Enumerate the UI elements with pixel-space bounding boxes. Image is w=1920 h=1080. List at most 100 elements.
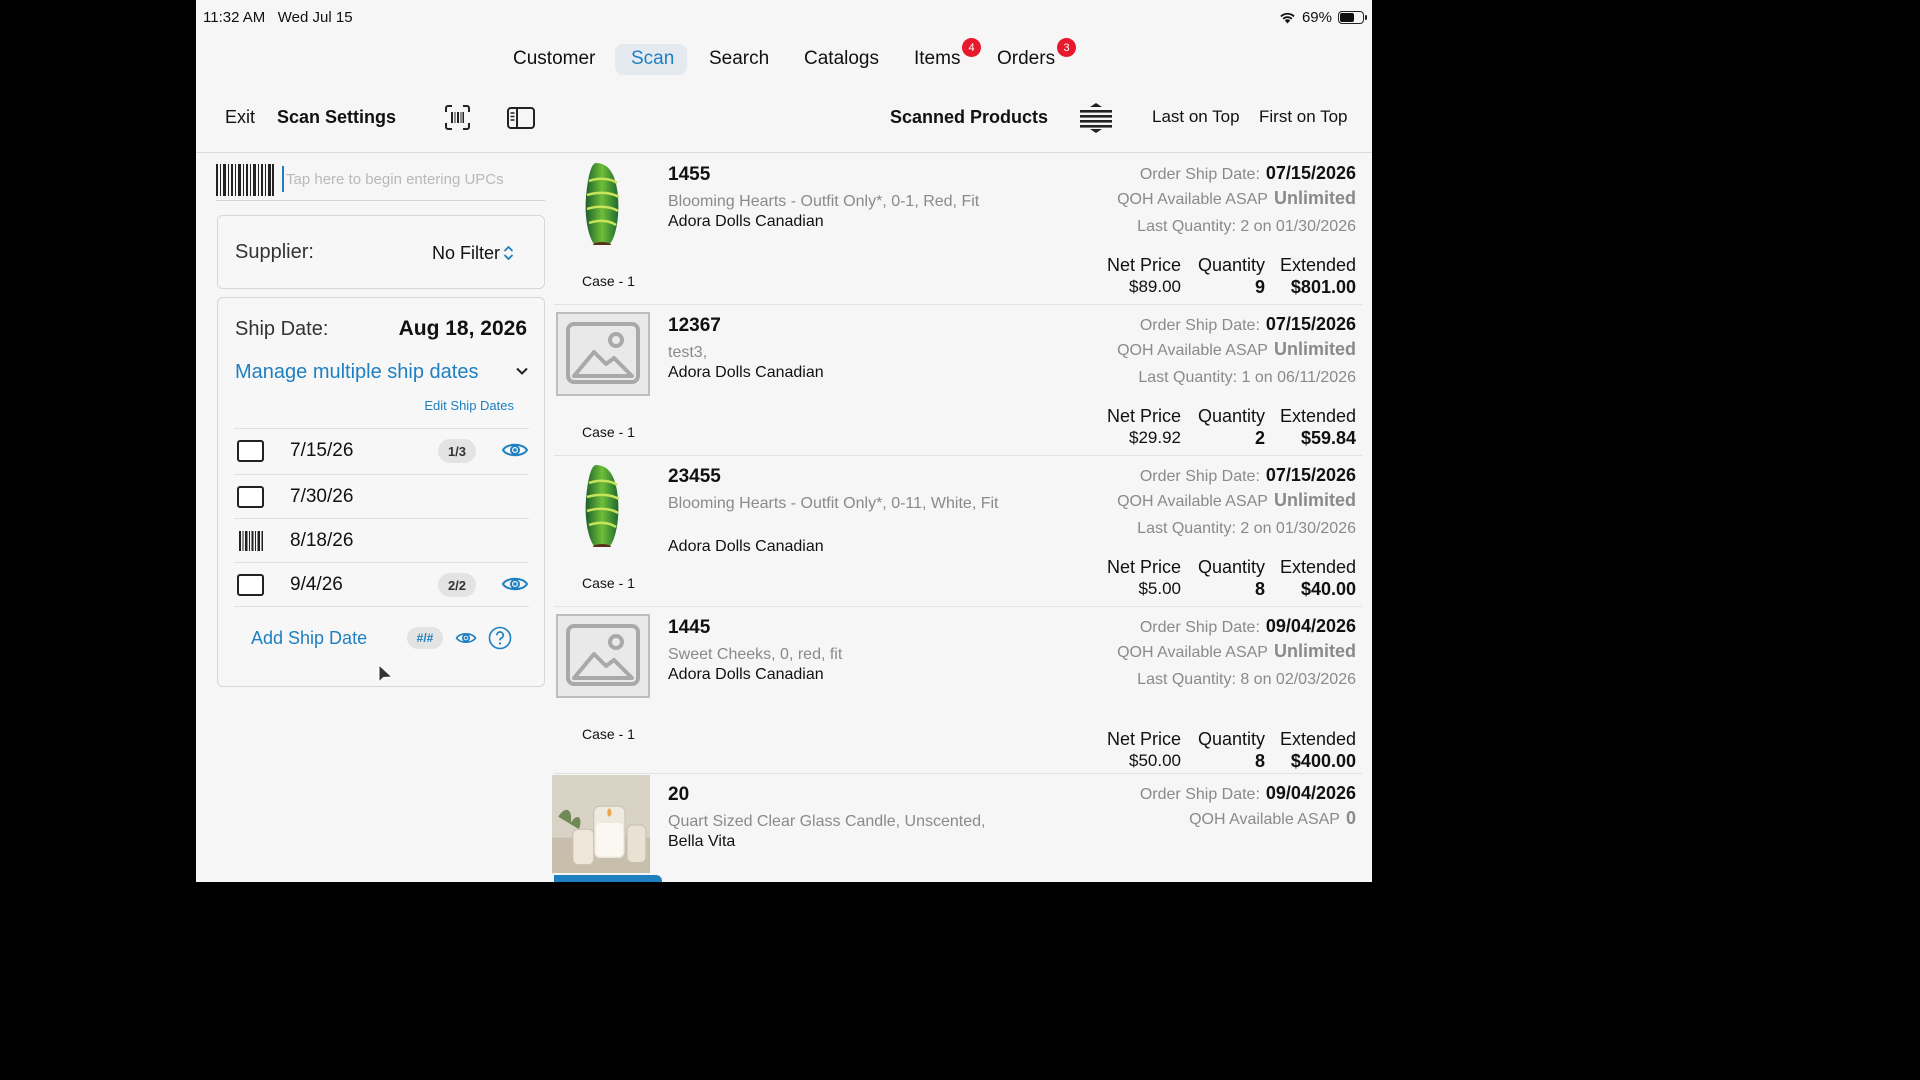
product-description: Sweet Cheeks, 0, red, fit <box>668 646 843 663</box>
quantity-value[interactable]: 8 <box>1181 751 1265 772</box>
qoh-available: QOH Available ASAP Unlimited <box>1117 641 1356 662</box>
tab-orders[interactable]: Orders <box>997 48 1055 70</box>
status-clock: 11:32 AM <box>203 9 266 26</box>
tab-items[interactable]: Items <box>914 48 960 70</box>
supplier-card: Supplier: No Filter <box>217 215 545 289</box>
battery-percent: 69% <box>1301 9 1332 26</box>
net-price-header: Net Price <box>1106 255 1181 275</box>
chevron-updown-icon[interactable] <box>503 245 514 261</box>
green-vase-product-image <box>585 163 620 245</box>
tab-search[interactable]: Search <box>709 48 769 70</box>
order-ship-date-label: Order Ship Date: <box>1139 166 1260 183</box>
sort-order-icon[interactable] <box>1079 103 1113 133</box>
quantity-col: Quantity 8 <box>1181 729 1265 772</box>
tab-customer[interactable]: Customer <box>513 48 595 70</box>
product-supplier: Bella Vita <box>668 833 736 850</box>
net-price-col: Net Price $89.00 <box>1104 255 1181 298</box>
qoh-label: QOH Available ASAP <box>1117 191 1268 208</box>
net-price-header: Net Price <box>1106 406 1181 426</box>
ship-date-value[interactable]: Aug 18, 2026 <box>399 317 527 341</box>
ship-date-text: 7/15/26 <box>290 440 354 461</box>
extended-col: Extended $40.00 <box>1265 557 1356 600</box>
price-block: Net Price $5.00 Quantity 8 Extended $40.00 <box>1104 557 1356 600</box>
product-code: 1455 <box>668 164 711 185</box>
supplier-select[interactable]: No Filter <box>432 243 500 264</box>
battery-icon <box>1338 11 1367 24</box>
product-row[interactable]: Case - 1 1445 Sweet Cheeks, 0, red, fit Ado… <box>554 608 1362 774</box>
discontinued-banner <box>554 875 662 882</box>
order-ship-date-label: Order Ship Date: <box>1139 317 1260 334</box>
ship-date-checkbox[interactable] <box>237 486 264 508</box>
ship-date-text: 8/18/26 <box>290 530 354 551</box>
top-tab-bar: Customer Scan Search Catalogs Items 4 Or… <box>196 38 1372 75</box>
eye-icon[interactable] <box>501 573 529 595</box>
sidebar-toggle-icon[interactable] <box>507 107 535 129</box>
hash-toggle-button[interactable]: #/# <box>407 627 443 649</box>
add-ship-date-button[interactable]: Add Ship Date <box>251 628 367 649</box>
tab-catalogs[interactable]: Catalogs <box>804 48 879 70</box>
product-row[interactable]: Case - 1 1455 Blooming Hearts - Outfit Onl… <box>554 155 1362 305</box>
product-supplier: Adora Dolls Canadian <box>668 666 824 683</box>
eye-icon[interactable] <box>501 439 529 461</box>
product-code: 12367 <box>668 315 721 336</box>
net-price-col: Net Price $5.00 <box>1104 557 1181 600</box>
ship-date-card: Ship Date: Aug 18, 2026 Manage multiple … <box>217 297 545 687</box>
qoh-label: QOH Available ASAP <box>1189 811 1340 828</box>
manage-ship-dates-toggle[interactable]: Manage multiple ship dates <box>235 361 478 384</box>
net-price-value: $29.92 <box>1129 428 1181 447</box>
order-ship-date-value: 07/15/2026 <box>1265 465 1356 485</box>
last-quantity: Last Quantity: 1 on 06/11/2026 <box>1138 369 1356 386</box>
product-row[interactable]: Case - 1 23455 Blooming Hearts - Outfit On… <box>554 457 1362 607</box>
net-price-value: $50.00 <box>1129 751 1181 770</box>
quantity-value[interactable]: 2 <box>1181 428 1265 449</box>
status-bar: 11:32 AM Wed Jul 15 69% <box>196 0 1372 36</box>
qoh-available: QOH Available ASAP 0 <box>1189 808 1356 829</box>
wifi-icon <box>1280 12 1295 24</box>
price-block: Net Price $89.00 Quantity 9 Extended $801.00 <box>1104 255 1356 298</box>
qoh-label: QOH Available ASAP <box>1117 493 1268 510</box>
order-ship-date: Order Ship Date: 07/15/2026 <box>1140 163 1356 184</box>
quantity-header: Quantity <box>1197 406 1265 426</box>
barcode-scan-icon[interactable] <box>445 105 470 130</box>
last-quantity: Last Quantity: 2 on 01/30/2026 <box>1137 218 1356 235</box>
ship-date-row[interactable]: 7/30/26 <box>234 474 529 518</box>
upc-input[interactable] <box>282 166 542 192</box>
extended-value: $400.00 <box>1290 751 1356 771</box>
first-on-top-button[interactable]: First on Top <box>1259 107 1348 127</box>
product-row[interactable]: 20 Quart Sized Clear Glass Candle, Unscen… <box>552 775 1362 882</box>
product-code: 23455 <box>668 466 721 487</box>
case-label: Case - 1 <box>582 575 635 591</box>
quantity-header: Quantity <box>1197 557 1265 577</box>
ship-date-row-selected[interactable]: 8/18/26 <box>234 518 529 562</box>
product-code: 1445 <box>668 617 711 638</box>
case-label: Case - 1 <box>582 424 635 440</box>
ship-date-checkbox[interactable] <box>237 574 264 596</box>
eye-icon[interactable] <box>455 629 477 647</box>
last-on-top-button[interactable]: Last on Top <box>1152 107 1240 127</box>
product-description: Quart Sized Clear Glass Candle, Unscente… <box>668 813 986 830</box>
help-icon[interactable] <box>488 626 512 650</box>
product-row[interactable]: Case - 1 12367 test3, Adora Dolls Canadian O… <box>554 306 1362 456</box>
quantity-col: Quantity 8 <box>1181 557 1265 600</box>
order-ship-date-value: 07/15/2026 <box>1265 314 1356 334</box>
product-supplier: Adora Dolls Canadian <box>668 538 824 555</box>
status-right: 69% <box>1279 9 1367 26</box>
items-badge: 4 <box>962 38 981 57</box>
edit-ship-dates-link[interactable]: Edit Ship Dates <box>424 398 514 413</box>
quantity-value[interactable]: 8 <box>1181 579 1265 600</box>
ship-date-row[interactable]: 7/15/26 1/3 <box>234 428 529 472</box>
ship-date-checkbox[interactable] <box>237 440 264 462</box>
chevron-down-icon[interactable] <box>515 364 529 378</box>
barcode-icon <box>216 164 274 196</box>
scan-settings-button[interactable]: Scan Settings <box>277 107 396 128</box>
ship-date-text: 9/4/26 <box>290 574 343 595</box>
ship-date-text: 7/30/26 <box>290 486 354 507</box>
upc-entry-row <box>216 162 546 196</box>
ship-date-row[interactable]: 9/4/26 2/2 <box>234 562 529 606</box>
quantity-value[interactable]: 9 <box>1181 277 1265 298</box>
qoh-value: Unlimited <box>1273 188 1356 208</box>
tab-scan[interactable]: Scan <box>631 48 674 70</box>
quantity-col: Quantity 9 <box>1181 255 1265 298</box>
scanned-products-title: Scanned Products <box>890 107 1049 127</box>
exit-button[interactable]: Exit <box>225 107 255 128</box>
